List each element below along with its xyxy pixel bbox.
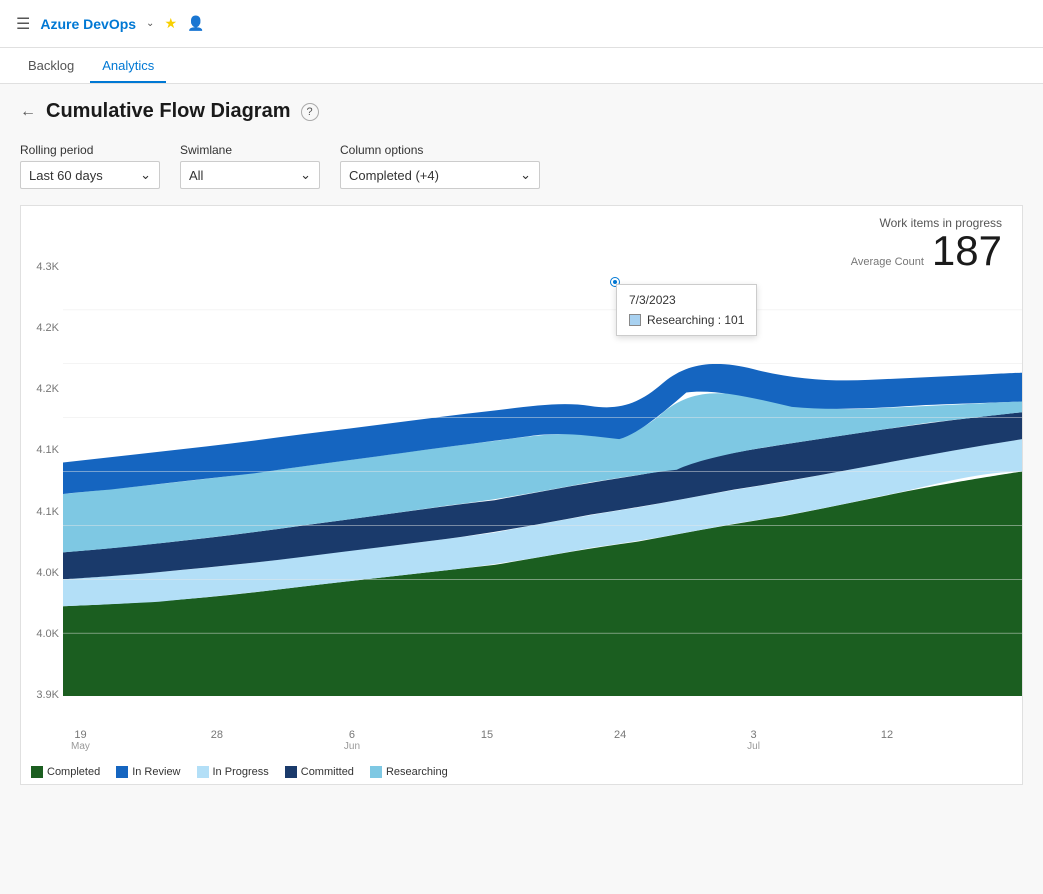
legend-in-review-label: In Review — [132, 766, 180, 778]
rolling-period-value: Last 60 days — [29, 168, 103, 183]
back-arrow-icon[interactable]: ← — [20, 103, 36, 121]
legend-in-review: In Review — [116, 766, 180, 778]
swimlane-filter: Swimlane All ⌄ — [180, 143, 320, 189]
column-options-chevron: ⌄ — [520, 167, 531, 183]
tooltip-color-box — [629, 314, 641, 326]
legend-committed-label: Committed — [301, 766, 354, 778]
rolling-period-chevron: ⌄ — [140, 167, 151, 183]
tooltip-item: Researching : 101 — [629, 313, 744, 327]
x-label-may28: 28 — [211, 729, 223, 752]
y-label-2: 4.2K — [36, 322, 59, 334]
rolling-period-label: Rolling period — [20, 143, 160, 157]
column-options-select[interactable]: Completed (+4) ⌄ — [340, 161, 540, 189]
legend-completed-color — [31, 766, 43, 778]
legend-in-progress-color — [197, 766, 209, 778]
y-label-1: 4.3K — [36, 261, 59, 273]
rolling-period-select[interactable]: Last 60 days ⌄ — [20, 161, 160, 189]
x-label-jun24: 24 — [614, 729, 626, 752]
legend-in-progress: In Progress — [197, 766, 269, 778]
page-title: Cumulative Flow Diagram — [46, 100, 291, 123]
legend-committed-color — [285, 766, 297, 778]
filters-row: Rolling period Last 60 days ⌄ Swimlane A… — [20, 143, 1023, 189]
tooltip-series: Researching : 101 — [647, 313, 744, 327]
column-options-filter: Column options Completed (+4) ⌄ — [340, 143, 540, 189]
app-title[interactable]: Azure DevOps — [40, 16, 136, 32]
chart-svg — [63, 256, 1022, 696]
tab-backlog[interactable]: Backlog — [16, 50, 86, 83]
user-icon[interactable]: 👤 — [187, 15, 204, 32]
legend-researching-label: Researching — [386, 766, 448, 778]
x-label-jul3: 3 Jul — [747, 729, 760, 752]
tab-analytics[interactable]: Analytics — [90, 50, 166, 83]
swimlane-select[interactable]: All ⌄ — [180, 161, 320, 189]
column-options-value: Completed (+4) — [349, 168, 439, 183]
swimlane-chevron: ⌄ — [300, 167, 311, 183]
chart-legend: Completed In Review In Progress Committe… — [31, 766, 448, 778]
y-label-6: 4.0K — [36, 567, 59, 579]
x-label-jun15: 15 — [481, 729, 493, 752]
legend-completed: Completed — [31, 766, 100, 778]
legend-completed-label: Completed — [47, 766, 100, 778]
top-bar: ☰ Azure DevOps ⌄ ★ 👤 — [0, 0, 1043, 48]
x-axis: 19 May 28 6 Jun 15 24 3 Jul — [63, 729, 1022, 752]
x-label-may19: 19 May — [71, 729, 90, 752]
legend-researching: Researching — [370, 766, 448, 778]
y-label-3: 4.2K — [36, 383, 59, 395]
help-icon[interactable]: ? — [301, 103, 319, 121]
y-axis: 4.3K 4.2K 4.2K 4.1K 4.1K 4.0K 4.0K 3.9K — [21, 261, 63, 701]
y-label-5: 4.1K — [36, 506, 59, 518]
rolling-period-filter: Rolling period Last 60 days ⌄ — [20, 143, 160, 189]
x-label-jul12: 12 — [881, 729, 893, 752]
nav-tabs: Backlog Analytics — [0, 48, 1043, 84]
tooltip-date: 7/3/2023 — [629, 293, 744, 307]
y-label-8: 3.9K — [36, 689, 59, 701]
legend-in-progress-label: In Progress — [213, 766, 269, 778]
chart-tooltip: 7/3/2023 Researching : 101 — [616, 284, 757, 336]
y-label-4: 4.1K — [36, 444, 59, 456]
x-label-jun6: 6 Jun — [344, 729, 360, 752]
swimlane-label: Swimlane — [180, 143, 320, 157]
favorite-star-icon[interactable]: ★ — [164, 15, 177, 32]
chevron-down-icon[interactable]: ⌄ — [146, 18, 154, 29]
chart-container: Work items in progress Average Count 187… — [20, 205, 1023, 785]
legend-in-review-color — [116, 766, 128, 778]
menu-icon[interactable]: ☰ — [16, 14, 30, 34]
page-header: ← Cumulative Flow Diagram ? — [20, 100, 1023, 123]
legend-committed: Committed — [285, 766, 354, 778]
column-options-label: Column options — [340, 143, 540, 157]
swimlane-value: All — [189, 168, 203, 183]
legend-researching-color — [370, 766, 382, 778]
main-content: ← Cumulative Flow Diagram ? Rolling peri… — [0, 84, 1043, 894]
y-label-7: 4.0K — [36, 628, 59, 640]
